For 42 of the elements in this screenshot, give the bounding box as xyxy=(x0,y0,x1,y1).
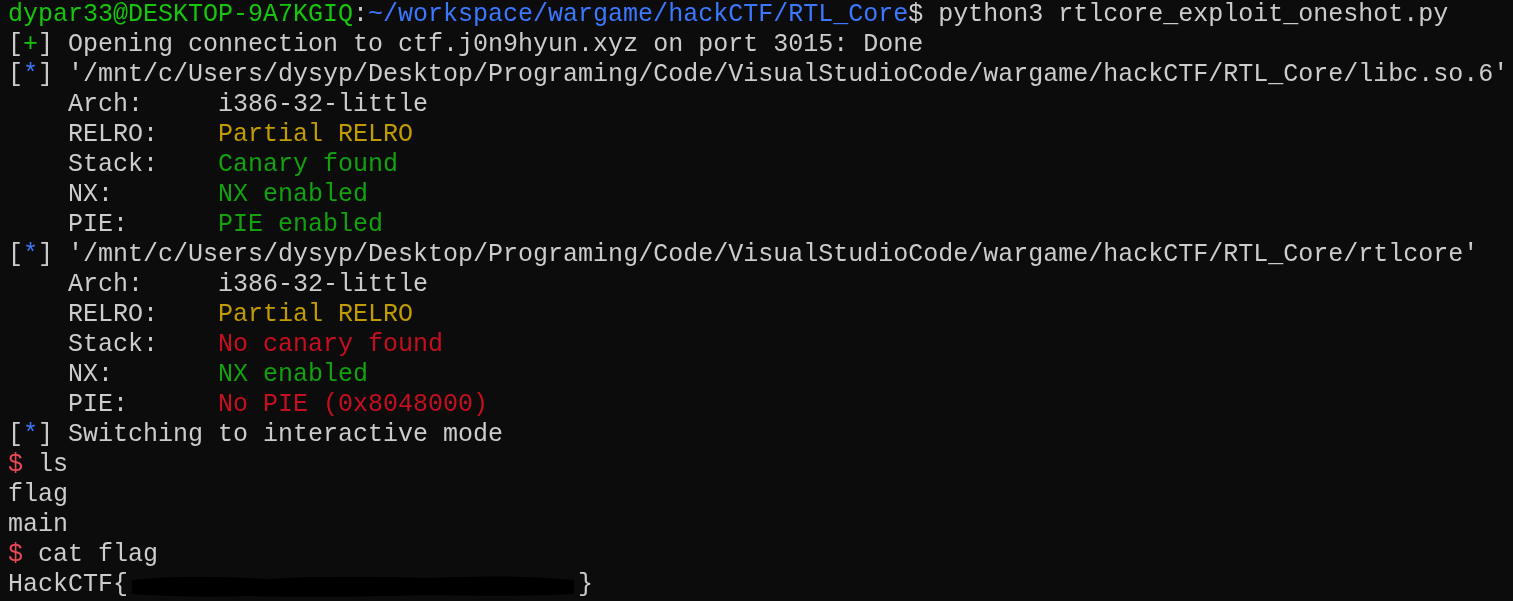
terminal-text: flag xyxy=(8,480,68,510)
terminal-text: * xyxy=(23,240,39,270)
terminal-text: ] '/mnt/c/Users/dysyp/Desktop/Programing/Code/VisualStudioCode/wargame/hackCTF/RTL_Core/rtlcore' xyxy=(38,240,1479,270)
terminal-text: NX: xyxy=(67,180,115,210)
terminal-text: [ xyxy=(8,240,23,270)
terminal-text: NX: xyxy=(67,360,115,390)
terminal-text: No PIE (0x8048000) xyxy=(218,390,489,420)
terminal-text: NX enabled xyxy=(218,360,369,390)
terminal-text: ] Switching to interactive mode xyxy=(38,420,504,450)
terminal-text: dypar33@DESKTOP-9A7KGIQ xyxy=(8,0,354,30)
terminal-text: main xyxy=(8,510,68,540)
terminal-text: * xyxy=(23,420,39,450)
terminal-text: No canary found xyxy=(218,330,444,360)
terminal-text: * xyxy=(23,60,39,90)
terminal-text: [ xyxy=(8,30,23,60)
terminal-text: + xyxy=(23,30,39,60)
terminal-text: Stack: xyxy=(67,330,160,360)
terminal-text: ~/workspace/wargame/hackCTF/RTL_Core xyxy=(368,0,909,30)
terminal-text: PIE: xyxy=(67,210,130,240)
terminal-text: PIE: xyxy=(67,390,130,420)
terminal-text: NX enabled xyxy=(218,180,369,210)
terminal-text: } xyxy=(578,570,594,600)
terminal-text: [ xyxy=(8,420,23,450)
terminal-text: $ xyxy=(8,450,23,480)
terminal-text: PIE enabled xyxy=(218,210,384,240)
terminal-text: $ xyxy=(8,540,23,570)
terminal-text: ] '/mnt/c/Users/dysyp/Desktop/Programing/Code/VisualStudioCode/wargame/hackCTF/RTL_Core/libc.so.6' xyxy=(38,60,1509,90)
terminal-text: [ xyxy=(8,60,23,90)
terminal-text: RELRO: xyxy=(67,120,160,150)
terminal-text: Partial RELRO xyxy=(218,300,414,330)
terminal-text: $ python3 rtlcore_exploit_oneshot.py xyxy=(908,0,1449,30)
terminal-text: ls xyxy=(37,450,69,480)
terminal-text: : xyxy=(353,0,369,30)
terminal-text: Arch: i386-32-little xyxy=(67,270,429,300)
terminal-text: Stack: xyxy=(67,150,160,180)
terminal-text: cat flag xyxy=(37,540,159,570)
terminal-text: ] Opening connection to ctf.j0n9hyun.xyz on port 3015: Done xyxy=(38,30,924,60)
terminal-text: Partial RELRO xyxy=(218,120,414,150)
terminal-text: RELRO: xyxy=(67,300,160,330)
terminal-text: Arch: i386-32-little xyxy=(67,90,429,120)
terminal-text: HackCTF{ xyxy=(8,570,129,600)
terminal-text: Canary found xyxy=(218,150,399,180)
